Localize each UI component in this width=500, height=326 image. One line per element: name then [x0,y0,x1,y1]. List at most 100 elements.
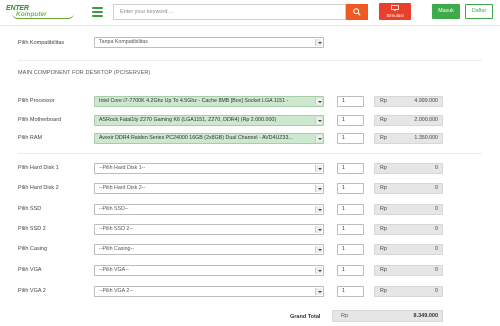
chevron-down-icon [315,185,322,192]
search-icon [353,8,361,16]
chevron-down-icon [315,206,322,213]
price-currency: Rp [380,206,387,212]
price-currency: Rp [380,185,387,191]
price-field: Rp 2.000.000 [374,115,443,126]
component-label: Pilih VGA 2 [18,288,46,294]
grand-total-currency: Rp [341,313,349,319]
simulasi-button[interactable]: Simulasi [379,3,411,20]
search-input[interactable] [113,4,346,20]
quantity-input[interactable]: 1 [337,96,364,107]
daftar-button[interactable]: Daftar [465,4,493,19]
logo-text-komputer: Komputer [16,11,47,18]
price-currency: Rp [380,135,387,141]
chevron-down-icon [315,246,322,253]
menu-icon[interactable] [92,7,103,17]
price-currency: Rp [380,226,387,232]
component-select[interactable]: --Pilih VGA-- [94,265,324,276]
quantity-input[interactable]: 1 [337,265,364,276]
price-field: Rp 0 [374,265,443,276]
component-label: Pilih Hard Disk 1 [18,165,59,171]
simulasi-label: Simulasi [386,13,404,18]
component-select[interactable]: --Pilih SSD 2-- [94,224,324,235]
component-select-value: --Pilih Hard Disk 1-- [99,165,146,171]
chevron-down-icon [315,267,322,274]
compat-value: Tanpa Kompatibilitas [99,39,148,45]
chevron-down-icon [315,288,322,295]
component-select-value: Avexir DDR4 Raiden Series PC24000 16GB (… [99,135,293,141]
component-select-value: --Pilih VGA-- [99,267,129,273]
component-select[interactable]: Avexir DDR4 Raiden Series PC24000 16GB (… [94,133,324,144]
price-field: Rp 4.999.000 [374,96,443,107]
price-value: 4.999.000 [414,98,438,104]
component-select[interactable]: ASRock Fatal1ty Z270 Gaming K6 (LGA1151,… [94,115,324,126]
price-value: 2.000.000 [414,117,438,123]
chevron-down-icon [315,39,322,46]
component-select-value: --Pilih Hard Disk 2-- [99,185,146,191]
divider [18,60,482,61]
price-field: Rp 0 [374,204,443,215]
logo[interactable]: ENTER Komputer [6,5,76,20]
quantity-input[interactable]: 1 [337,115,364,126]
price-currency: Rp [380,267,387,273]
chevron-down-icon [315,117,322,124]
price-field: Rp 0 [374,244,443,255]
grand-total-value: 8.349.000 [413,313,438,319]
component-label: Pilih SSD [18,206,42,212]
price-value: 0 [435,226,438,232]
component-select-value: --Pilih VGA 2-- [99,288,133,294]
price-value: 0 [435,206,438,212]
masuk-button[interactable]: Masuk [432,4,460,19]
price-value: 0 [435,246,438,252]
quantity-input[interactable]: 1 [337,163,364,174]
price-field: Rp 0 [374,183,443,194]
section-title: MAIN COMPONENT FOR DESKTOP (PC/SERVER) [18,70,151,76]
top-header: ENTER Komputer Simulasi Masuk Daftar [0,0,500,26]
price-value: 0 [435,165,438,171]
grand-total-box: Rp 8.349.000 [332,310,443,322]
component-label: Pilih Hard Disk 2 [18,185,59,191]
component-select[interactable]: --Pilih SSD-- [94,204,324,215]
price-currency: Rp [380,246,387,252]
component-select-value: Intel Core i7-7700K 4.2Ghz Up To 4.5Ghz … [99,98,289,104]
chevron-down-icon [315,98,322,105]
price-field: Rp 0 [374,224,443,235]
price-currency: Rp [380,288,387,294]
component-select[interactable]: --Pilih Hard Disk 2-- [94,183,324,194]
search-button[interactable] [346,4,368,20]
quantity-input[interactable]: 1 [337,133,364,144]
price-field: Rp 0 [374,286,443,297]
price-field: Rp 0 [374,163,443,174]
price-currency: Rp [380,98,387,104]
component-select-value: --Pilih Casing-- [99,246,135,252]
quantity-input[interactable]: 1 [337,244,364,255]
component-select-value: ASRock Fatal1ty Z270 Gaming K6 (LGA1151,… [99,117,277,123]
price-currency: Rp [380,165,387,171]
component-label: Pilih Processor [18,98,55,104]
divider [18,153,482,154]
chevron-down-icon [315,226,322,233]
component-label: Pilih Casing [18,246,48,252]
price-value: 1.350.000 [414,135,438,141]
component-label: Pilih VGA [18,267,42,273]
component-select[interactable]: Intel Core i7-7700K 4.2Ghz Up To 4.5Ghz … [94,96,324,107]
component-select-value: --Pilih SSD 2-- [99,226,133,232]
quantity-input[interactable]: 1 [337,204,364,215]
compat-select[interactable]: Tanpa Kompatibilitas [94,37,324,48]
grand-total-label: Grand Total [290,314,321,320]
compat-label: Pilih Kompatibilitas [18,40,65,46]
price-value: 0 [435,288,438,294]
chevron-down-icon [315,165,322,172]
chevron-down-icon [315,135,322,142]
component-label: Pilih Motherboard [18,117,62,123]
price-field: Rp 1.350.000 [374,133,443,144]
component-select[interactable]: --Pilih Hard Disk 1-- [94,163,324,174]
price-value: 0 [435,267,438,273]
component-select[interactable]: --Pilih Casing-- [94,244,324,255]
quantity-input[interactable]: 1 [337,224,364,235]
component-label: Pilih SSD 2 [18,226,46,232]
component-select[interactable]: --Pilih VGA 2-- [94,286,324,297]
quantity-input[interactable]: 1 [337,183,364,194]
component-label: Pilih RAM [18,135,43,141]
quantity-input[interactable]: 1 [337,286,364,297]
monitor-icon [391,5,399,11]
